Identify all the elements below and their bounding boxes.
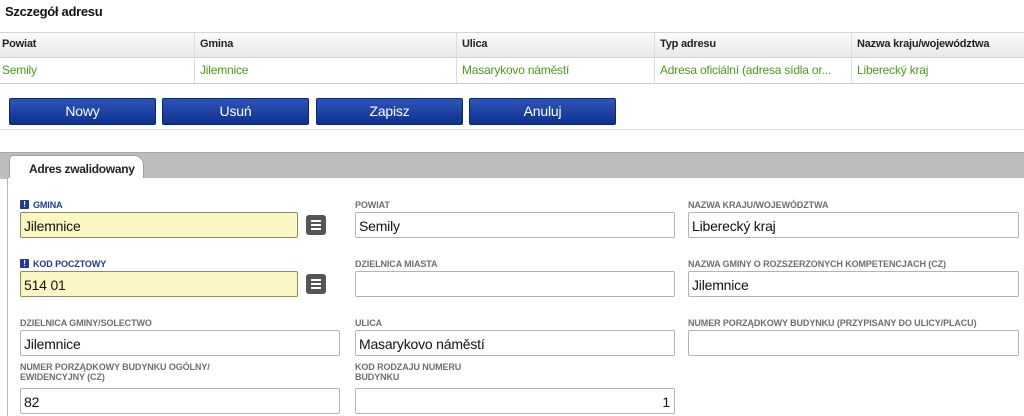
ulica-label: ULICA <box>355 318 382 328</box>
kod-rodzaju-input[interactable]: 1 <box>355 388 675 414</box>
kod-pocztowy-field: ! KOD POCZTOWY <box>20 259 106 269</box>
cancel-button[interactable]: Anuluj <box>469 98 616 125</box>
nazwa-kraju-input[interactable]: Liberecký kraj <box>688 212 1019 238</box>
nazwa-kraju-field: NAZWA KRAJU/WOJEWÓDZTWA <box>688 200 828 210</box>
nazwa-gminy-rk-label: NAZWA GMINY O ROZSZERZONYCH KOMPETENCJAC… <box>688 259 946 269</box>
list-icon[interactable] <box>306 274 326 294</box>
table-cell: Adresa oficiální (adresa sídla or... <box>655 58 852 83</box>
tab-bar: Adres zwalidowany <box>0 152 1024 181</box>
column-header-typ-adresu[interactable]: Typ adresu <box>655 33 852 57</box>
dzielnica-gminy-input[interactable]: Jilemnice <box>20 330 340 356</box>
ulica-field: ULICA <box>355 318 382 328</box>
numer-porzadkowy-ulicy-input[interactable] <box>688 330 1019 356</box>
column-header-nazwa-kraju[interactable]: Nazwa kraju/województwa <box>852 33 1024 57</box>
address-form: ! GMINA Jilemnice POWIAT Semily NAZWA KRA… <box>7 178 1024 416</box>
nazwa-gminy-rk-field: NAZWA GMINY O ROZSZERZONYCH KOMPETENCJAC… <box>688 259 946 269</box>
section-title: Szczegół adresu <box>5 4 103 19</box>
dzielnica-gminy-label: DZIELNICA GMINY/SOLECTWO <box>20 318 152 328</box>
powiat-input[interactable]: Semily <box>355 212 675 238</box>
column-header-ulica[interactable]: Ulica <box>457 33 655 57</box>
powiat-label: POWIAT <box>355 200 390 210</box>
dzielnica-miasta-field: DZIELNICA MIASTA <box>355 259 438 269</box>
exclamation-icon: ! <box>20 200 29 209</box>
exclamation-icon: ! <box>20 259 29 268</box>
table-cell: Semily <box>0 58 195 83</box>
numer-porzadkowy-ogolny-input[interactable]: 82 <box>20 388 340 414</box>
kod-pocztowy-input[interactable]: 514 01 <box>20 271 298 297</box>
column-header-gmina[interactable]: Gmina <box>195 33 457 57</box>
table-row[interactable]: Semily Jilemnice Masarykovo náměstí Adre… <box>0 58 1024 83</box>
nazwa-gminy-rk-input[interactable]: Jilemnice <box>688 271 1019 297</box>
numer-porzadkowy-ogolny-field: NUMER PORZĄDKOWY BUDYNKU OGÓLNY/ EWIDENC… <box>20 362 210 382</box>
kod-rodzaju-label-2: BUDYNKU <box>355 372 400 382</box>
gmina-field: ! GMINA <box>20 200 63 210</box>
new-button[interactable]: Nowy <box>9 98 156 125</box>
nazwa-kraju-label: NAZWA KRAJU/WOJEWÓDZTWA <box>688 200 829 210</box>
kod-rodzaju-field: KOD RODZAJU NUMERU BUDYNKU <box>355 362 461 382</box>
numer-porzadkowy-ulicy-field: NUMER PORZĄDKOWY BUDYNKU (PRZYPISANY DO … <box>688 318 977 328</box>
kod-pocztowy-label: KOD POCZTOWY <box>33 259 107 269</box>
save-button[interactable]: Zapisz <box>316 98 463 125</box>
delete-button[interactable]: Usuń <box>162 98 309 125</box>
numer-porzadkowy-ogolny-label-1: NUMER PORZĄDKOWY BUDYNKU OGÓLNY/ <box>20 362 210 372</box>
numer-porzadkowy-ogolny-label-2: EWIDENCYJNY (CZ) <box>20 372 105 382</box>
table-cell: Liberecký kraj <box>857 63 929 77</box>
kod-rodzaju-label-1: KOD RODZAJU NUMERU <box>355 362 462 372</box>
table-cell: Jilemnice <box>195 58 457 83</box>
gmina-input[interactable]: Jilemnice <box>20 212 298 238</box>
action-toolbar: Nowy Usuń Zapisz Anuluj <box>0 93 1024 130</box>
gmina-label: GMINA <box>33 200 63 210</box>
list-icon[interactable] <box>306 215 326 235</box>
dzielnica-miasta-label: DZIELNICA MIASTA <box>355 259 438 269</box>
ulica-input[interactable]: Masarykovo náměstí <box>355 330 675 356</box>
dzielnica-gminy-field: DZIELNICA GMINY/SOLECTWO <box>20 318 152 328</box>
column-header-powiat[interactable]: Powiat <box>0 33 195 57</box>
numer-porzadkowy-ulicy-label: NUMER PORZĄDKOWY BUDYNKU (PRZYPISANY DO … <box>688 318 977 328</box>
table-cell: Masarykovo náměstí <box>457 58 655 83</box>
powiat-field: POWIAT <box>355 200 390 210</box>
grid-header: Powiat Gmina Ulica Typ adresu Nazwa kraj… <box>0 33 1024 58</box>
dzielnica-miasta-input[interactable] <box>355 271 675 297</box>
address-grid: Powiat Gmina Ulica Typ adresu Nazwa kraj… <box>0 32 1024 84</box>
